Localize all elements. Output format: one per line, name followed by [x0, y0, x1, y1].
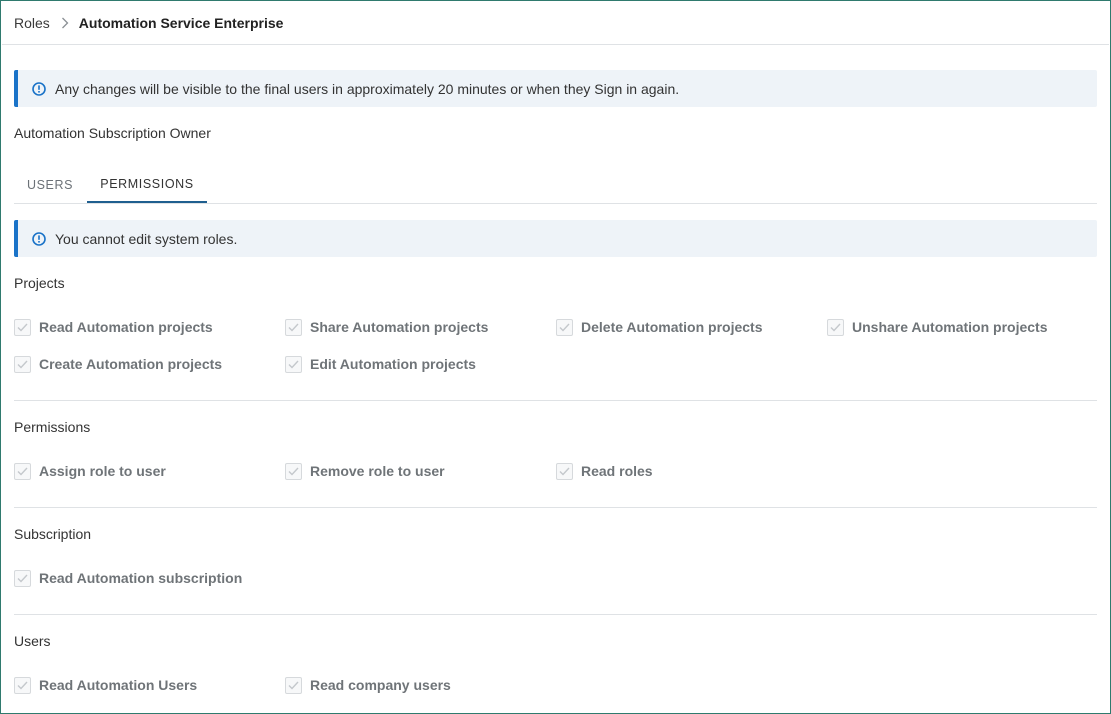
check-icon[interactable] — [285, 318, 302, 336]
section-divider — [14, 614, 1097, 615]
check-icon[interactable] — [556, 318, 573, 336]
check-icon[interactable] — [285, 676, 302, 694]
breadcrumb: Roles Automation Service Enterprise — [2, 2, 1109, 45]
check-icon[interactable] — [14, 355, 31, 373]
check-icon[interactable] — [556, 462, 573, 480]
section-title-projects: Projects — [14, 275, 65, 291]
permission-read-automation-subscription[interactable]: Read Automation subscription — [14, 568, 242, 588]
permission-read-roles[interactable]: Read roles — [556, 461, 653, 481]
check-icon[interactable] — [14, 462, 31, 480]
tab-bar: USERS PERMISSIONS — [14, 167, 1097, 204]
permission-label: Read Automation projects — [39, 319, 213, 335]
tab-permissions[interactable]: PERMISSIONS — [87, 167, 207, 203]
permission-label: Edit Automation projects — [310, 356, 476, 372]
breadcrumb-current: Automation Service Enterprise — [78, 15, 284, 31]
section-divider — [14, 507, 1097, 508]
permission-assign-role-to-user[interactable]: Assign role to user — [14, 461, 166, 481]
permission-delete-automation-projects[interactable]: Delete Automation projects — [556, 317, 763, 337]
permission-label: Read Automation Users — [39, 677, 198, 693]
permission-share-automation-projects[interactable]: Share Automation projects — [285, 317, 488, 337]
chevron-right-icon — [61, 17, 69, 29]
system-role-banner: You cannot edit system roles. — [14, 220, 1097, 257]
permission-label: Unshare Automation projects — [852, 319, 1048, 335]
tab-users[interactable]: USERS — [14, 167, 86, 203]
check-icon[interactable] — [14, 676, 31, 694]
permission-create-automation-projects[interactable]: Create Automation projects — [14, 354, 222, 374]
info-circle-icon — [32, 81, 46, 96]
check-icon[interactable] — [14, 318, 31, 336]
system-role-banner-text: You cannot edit system roles. — [55, 230, 238, 247]
permission-label: Assign role to user — [39, 463, 166, 479]
permission-read-automation-users[interactable]: Read Automation Users — [14, 675, 197, 695]
permission-label: Read company users — [310, 677, 451, 693]
info-banner-text: Any changes will be visible to the final… — [55, 80, 680, 97]
permission-label: Read roles — [581, 463, 653, 479]
permission-read-automation-projects[interactable]: Read Automation projects — [14, 317, 213, 337]
permission-edit-automation-projects[interactable]: Edit Automation projects — [285, 354, 476, 374]
permission-read-company-users[interactable]: Read company users — [285, 675, 451, 695]
permission-remove-role-to-user[interactable]: Remove role to user — [285, 461, 445, 481]
check-icon[interactable] — [827, 318, 844, 336]
role-name: Automation Subscription Owner — [14, 125, 211, 141]
check-icon[interactable] — [14, 569, 31, 587]
section-divider — [14, 400, 1097, 401]
permission-label: Delete Automation projects — [581, 319, 763, 335]
section-title-subscription: Subscription — [14, 526, 92, 542]
permission-label: Read Automation subscription — [39, 570, 243, 586]
permission-label: Create Automation projects — [39, 356, 223, 372]
permission-label: Remove role to user — [310, 463, 445, 479]
breadcrumb-roles-link[interactable]: Roles — [14, 15, 50, 31]
section-title-users: Users — [14, 633, 51, 649]
permission-unshare-automation-projects[interactable]: Unshare Automation projects — [827, 317, 1048, 337]
check-icon[interactable] — [285, 355, 302, 373]
app-frame: Roles Automation Service Enterprise Any … — [0, 0, 1111, 714]
info-circle-icon — [32, 231, 46, 246]
permission-label: Share Automation projects — [310, 319, 489, 335]
info-banner: Any changes will be visible to the final… — [14, 70, 1097, 107]
section-title-permissions: Permissions — [14, 419, 91, 435]
check-icon[interactable] — [285, 462, 302, 480]
